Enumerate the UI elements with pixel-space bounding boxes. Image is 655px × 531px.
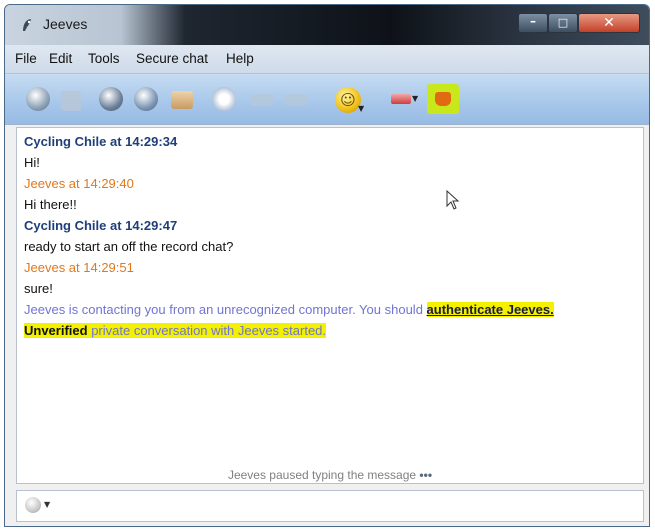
mouse-cursor-icon <box>446 190 460 210</box>
otr-lock-icon <box>435 92 451 106</box>
message-text: Hi there!! <box>24 197 77 212</box>
system-message-text: private conversation with Jeeves started… <box>87 323 327 338</box>
typing-status-text: Jeeves paused typing the message <box>227 468 417 482</box>
system-message-text: Jeeves is contacting you from an unrecog… <box>24 302 427 317</box>
menu-secure-chat[interactable]: Secure chat <box>136 51 208 66</box>
sender-remote: Cycling Chile at 14:29:47 <box>24 218 178 233</box>
message-text: sure! <box>24 281 53 296</box>
menu-bar: File Edit Tools Secure chat Help <box>5 45 649 74</box>
input-dropdown-caret-icon[interactable]: ▼ <box>44 500 50 509</box>
sender-local: Jeeves at 14:29:51 <box>24 260 134 275</box>
system-message-unverified: Unverified private conversation with Jee… <box>24 323 327 338</box>
sender-local: Jeeves at 14:29:40 <box>24 176 134 191</box>
webcam-dropdown-caret-icon[interactable]: ▼ <box>412 94 418 103</box>
smiley-dropdown-caret-icon[interactable]: ▼ <box>358 104 364 113</box>
clock-icon[interactable] <box>212 87 236 111</box>
close-button[interactable]: ✕ <box>578 13 640 33</box>
menu-tools[interactable]: Tools <box>88 51 120 66</box>
menu-help[interactable]: Help <box>226 51 254 66</box>
conversation-history[interactable]: Cycling Chile at 14:29:34 Hi! Jeeves at … <box>16 127 644 484</box>
typing-status: Jeeves paused typing the message ••• <box>17 468 643 482</box>
profile-icon[interactable] <box>134 87 158 111</box>
message-input[interactable]: ▼ <box>16 490 644 522</box>
minimize-button[interactable]: – <box>518 13 548 33</box>
authenticate-link[interactable]: authenticate Jeeves. <box>426 302 554 317</box>
webcam-icon[interactable] <box>391 94 411 104</box>
pidgin-app-icon <box>23 19 31 31</box>
toolbar: ☺ ▼ ▼ <box>5 74 649 125</box>
otr-icon[interactable] <box>427 84 459 114</box>
menu-file[interactable]: File <box>15 51 37 66</box>
sender-remote: Cycling Chile at 14:29:34 <box>24 134 178 149</box>
typing-dots-icon: ••• <box>419 468 433 482</box>
maximize-button[interactable]: □ <box>548 13 578 33</box>
window-title: Jeeves <box>43 16 88 32</box>
chat-window: Jeeves – □ ✕ File Edit Tools Secure chat… <box>4 4 650 527</box>
lock-icon[interactable] <box>61 91 81 111</box>
unverified-label: Unverified <box>24 323 88 338</box>
arrow-left-icon[interactable] <box>250 94 274 106</box>
title-bar[interactable]: Jeeves – □ ✕ <box>5 5 649 45</box>
globe-icon[interactable] <box>26 87 50 111</box>
menu-edit[interactable]: Edit <box>49 51 72 66</box>
message-text: Hi! <box>24 155 40 170</box>
message-text: ready to start an off the record chat? <box>24 239 234 254</box>
system-message-unrecognized: Jeeves is contacting you from an unrecog… <box>24 302 554 317</box>
history-icon[interactable] <box>99 87 123 111</box>
arrow-right-icon[interactable] <box>284 94 308 106</box>
send-file-icon[interactable] <box>171 91 193 109</box>
input-smiley-icon[interactable] <box>25 497 41 513</box>
